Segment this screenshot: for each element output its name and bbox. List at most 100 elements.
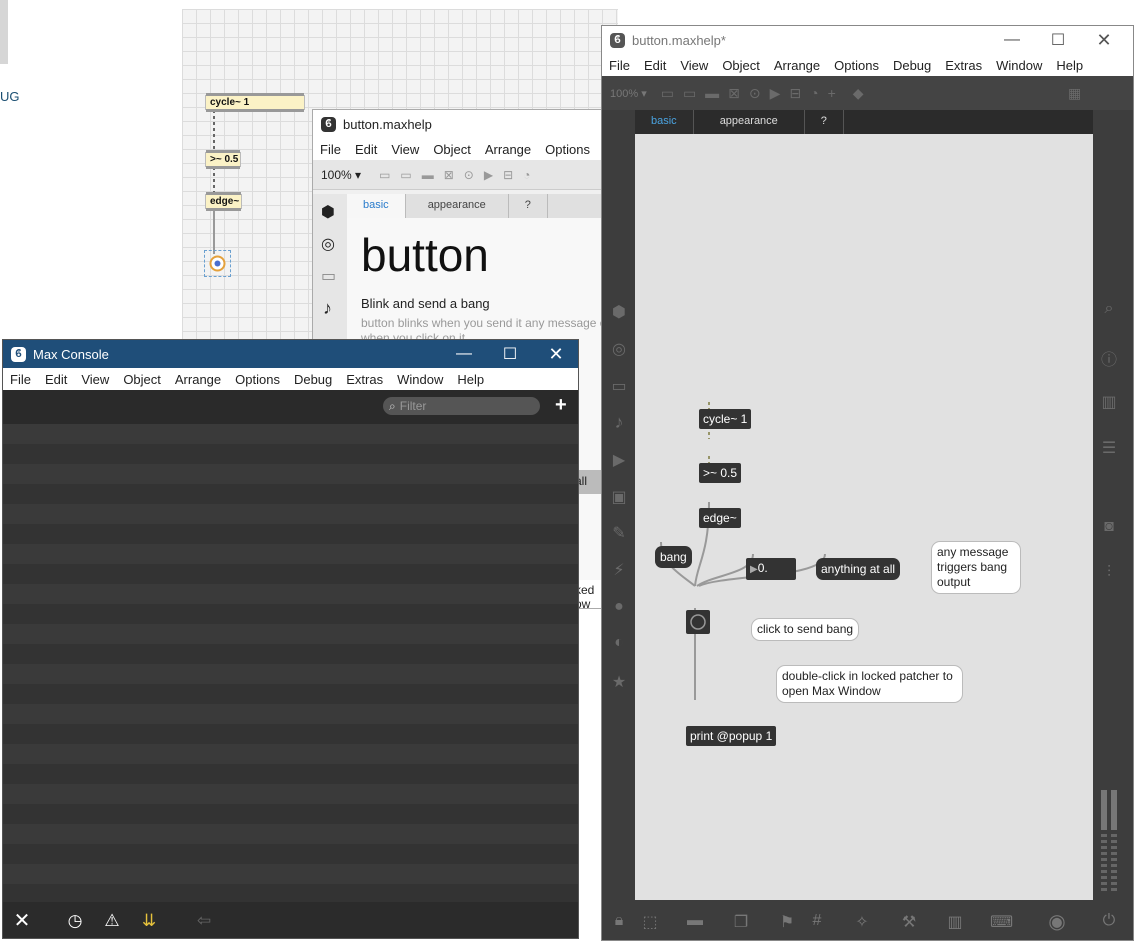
beap-icon[interactable]: ◐	[609, 634, 629, 652]
piano-icon[interactable]: ▥	[944, 912, 966, 932]
search-icon[interactable]: ⌕	[1099, 300, 1119, 318]
object-edge[interactable]: edge~	[699, 508, 741, 528]
cube-icon[interactable]: ⬢	[609, 302, 629, 322]
clock-icon[interactable]: ◷	[64, 911, 86, 931]
grid-snap-icon[interactable]: #	[806, 912, 828, 930]
middle-menu-edit[interactable]: Edit	[348, 142, 384, 157]
camera-icon[interactable]: ◙	[1099, 518, 1119, 536]
book-icon[interactable]: ▥	[1099, 392, 1119, 412]
bg-object-edge[interactable]: edge~	[205, 192, 242, 211]
slider-icon[interactable]: ▭	[321, 266, 336, 286]
console-menu-window[interactable]: Window	[390, 372, 450, 387]
number-box[interactable]: ▶0.	[746, 558, 796, 580]
console-message-list[interactable]	[3, 424, 578, 902]
paperclip-icon[interactable]: ✎	[609, 523, 629, 543]
middle-tab-appearance[interactable]: appearance	[406, 194, 509, 218]
music-note-icon[interactable]: ♪	[609, 412, 629, 433]
play-circle-icon[interactable]: ◉	[1046, 909, 1068, 934]
right-menu-file[interactable]: File	[602, 58, 637, 73]
patcher-canvas[interactable]: cycle~ 1 >~ 0.5 edge~ bang ▶0. anything …	[635, 134, 1093, 900]
lock-icon[interactable]: 🔒︎	[608, 912, 630, 930]
right-menu-view[interactable]: View	[673, 58, 715, 73]
bg-object-cycle[interactable]: cycle~ 1	[205, 93, 305, 112]
info-icon[interactable]: ⓘ	[1099, 346, 1119, 370]
bg-object-gt[interactable]: >~ 0.5	[205, 150, 241, 169]
paint-bucket-icon[interactable]: ◆	[853, 85, 864, 102]
right-menu-arrange[interactable]: Arrange	[767, 58, 827, 73]
maximize-button[interactable]: ☐	[1035, 26, 1081, 54]
right-tab-appearance[interactable]: appearance	[694, 110, 805, 134]
console-menu-file[interactable]: File	[3, 372, 38, 387]
console-filter-input[interactable]: ⌕ Filter	[383, 397, 540, 415]
object-greater-than[interactable]: >~ 0.5	[699, 463, 742, 483]
grid-icon[interactable]: ▦	[1068, 85, 1081, 102]
target-icon[interactable]: ◎	[321, 234, 335, 254]
right-tab-help[interactable]: ?	[805, 110, 844, 134]
object-cycle[interactable]: cycle~ 1	[699, 409, 752, 429]
clear-icon[interactable]: ✕	[11, 908, 33, 933]
wrench-icon[interactable]: ⚒	[898, 912, 920, 932]
right-menu-help[interactable]: Help	[1049, 58, 1090, 73]
message-anything[interactable]: anything at all	[816, 558, 901, 580]
back-arrow-icon[interactable]: ⇦	[193, 911, 215, 931]
wand-icon[interactable]: ✧	[851, 912, 873, 932]
presentation-icon[interactable]: ⬚	[639, 912, 661, 932]
scroll-to-bottom-icon[interactable]: ⇊	[138, 911, 160, 931]
image-icon[interactable]: ▣	[609, 487, 629, 507]
console-menu-extras[interactable]: Extras	[339, 372, 390, 387]
add-icon[interactable]: +	[555, 394, 567, 417]
console-menu-edit[interactable]: Edit	[38, 372, 74, 387]
console-title-bar[interactable]: ϐ Max Console — ☐ ✕	[3, 340, 578, 368]
bg-button-object[interactable]	[204, 250, 231, 277]
console-minimize-button[interactable]: —	[441, 340, 487, 368]
console-menu-view[interactable]: View	[74, 372, 116, 387]
middle-toolbar-icons[interactable]: ▭▭▬⊠⊙▶⊟◔	[379, 168, 540, 182]
mute-icon[interactable]: ⚑	[776, 912, 798, 932]
vimeo-icon[interactable]: ●	[609, 598, 629, 616]
max-console-window[interactable]: ϐ Max Console — ☐ ✕ File Edit View Objec…	[2, 339, 579, 939]
middle-menu-arrange[interactable]: Arrange	[478, 142, 538, 157]
warning-icon[interactable]: ⚠	[101, 911, 123, 931]
playback-icon[interactable]: ▶	[609, 450, 629, 470]
right-title-bar[interactable]: ϐ button.maxhelp* — ☐ ✕	[602, 26, 1133, 54]
list-icon[interactable]: ☰	[1099, 438, 1119, 458]
right-menu-object[interactable]: Object	[715, 58, 767, 73]
console-menu-arrange[interactable]: Arrange	[168, 372, 228, 387]
console-menu-object[interactable]: Object	[116, 372, 168, 387]
console-menu-options[interactable]: Options	[228, 372, 287, 387]
right-tab-basic[interactable]: basic	[635, 110, 694, 134]
star-icon[interactable]: ★	[609, 672, 629, 692]
music-note-icon[interactable]: ♪	[323, 298, 332, 319]
right-zoom-select[interactable]: 100% ▾	[610, 87, 647, 100]
close-button[interactable]: ✕	[1081, 26, 1127, 54]
right-menu-edit[interactable]: Edit	[637, 58, 673, 73]
console-maximize-button[interactable]: ☐	[487, 340, 533, 368]
minimize-button[interactable]: —	[989, 26, 1035, 54]
cube-icon[interactable]: ⬢	[321, 202, 335, 222]
middle-menu-view[interactable]: View	[384, 142, 426, 157]
comment-icon[interactable]: ▬	[684, 912, 706, 930]
middle-title-bar[interactable]: ϐ button.maxhelp	[313, 110, 611, 138]
console-menu-help[interactable]: Help	[450, 372, 491, 387]
right-toolbar-icons[interactable]: ▭▭▬⊠⊙▶⊟◔+	[661, 85, 845, 102]
middle-tab-help[interactable]: ?	[509, 194, 548, 218]
right-menu-window[interactable]: Window	[989, 58, 1049, 73]
help-window-right[interactable]: ϐ button.maxhelp* — ☐ ✕ File Edit View O…	[601, 25, 1134, 941]
console-close-button[interactable]: ✕	[533, 340, 578, 368]
middle-menu-options[interactable]: Options	[538, 142, 597, 157]
slider-icon[interactable]: ▭	[609, 376, 629, 396]
right-menu-debug[interactable]: Debug	[886, 58, 938, 73]
right-menu-extras[interactable]: Extras	[938, 58, 989, 73]
right-menu-options[interactable]: Options	[827, 58, 886, 73]
keyboard-icon[interactable]: ⌨	[990, 912, 1013, 932]
object-print[interactable]: print @popup 1	[686, 726, 777, 746]
windows-icon[interactable]: ❐	[730, 912, 752, 932]
button-object[interactable]	[686, 610, 710, 634]
target-icon[interactable]: ◎	[609, 339, 629, 359]
message-bang[interactable]: bang	[655, 546, 692, 568]
middle-tab-basic[interactable]: basic	[347, 194, 406, 218]
middle-zoom-select[interactable]: 100% ▾	[321, 168, 361, 182]
middle-menu-file[interactable]: File	[313, 142, 348, 157]
middle-menu-object[interactable]: Object	[426, 142, 478, 157]
plug-icon[interactable]: ⚡	[609, 560, 629, 580]
